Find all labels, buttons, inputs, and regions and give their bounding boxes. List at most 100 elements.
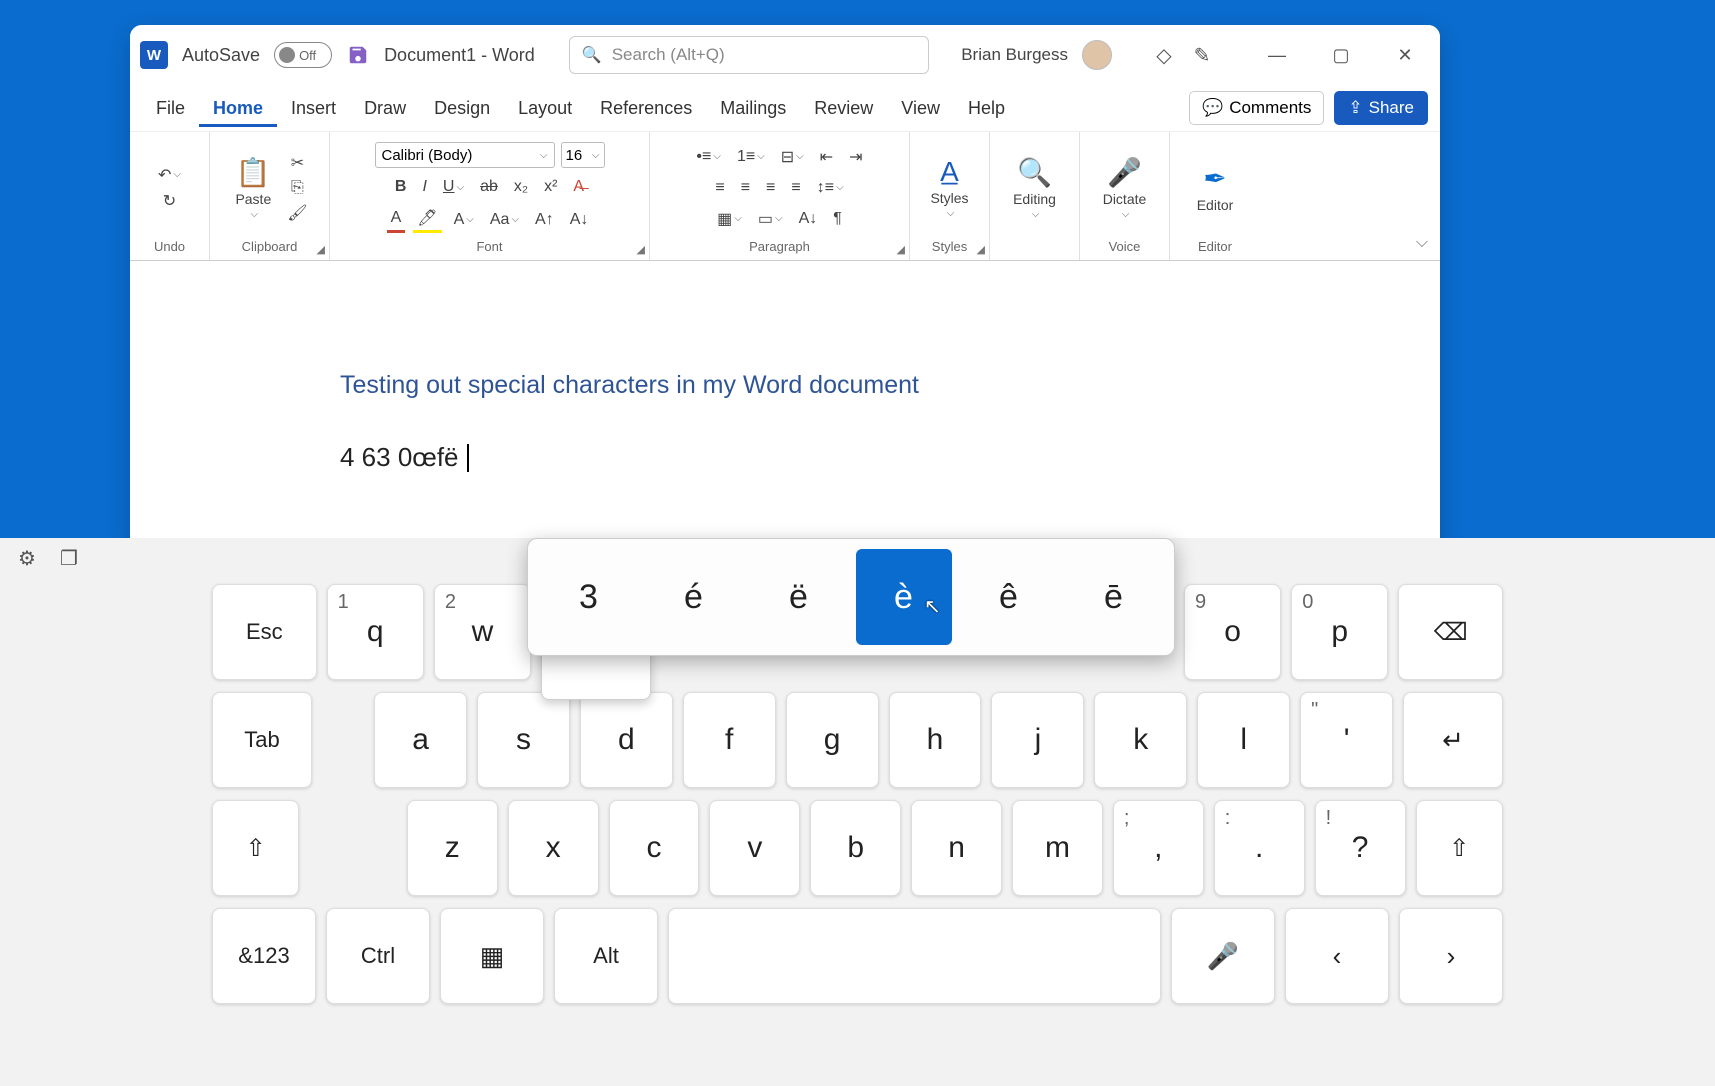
styles-button[interactable]: A̲ Styles ⌵ xyxy=(922,156,976,219)
accent-option-e-circumflex[interactable]: ê xyxy=(961,549,1057,645)
key-left-arrow[interactable]: ‹ xyxy=(1285,908,1389,1004)
key-tab[interactable]: Tab xyxy=(212,692,312,788)
menu-review[interactable]: Review xyxy=(800,90,887,127)
undo-button[interactable]: ↶⌵ xyxy=(154,163,185,187)
multilevel-button[interactable]: ⊟⌵ xyxy=(777,145,808,169)
key-mic[interactable]: 🎤 xyxy=(1171,908,1275,1004)
accent-option-3[interactable]: 3 xyxy=(541,549,637,645)
menu-mailings[interactable]: Mailings xyxy=(706,90,800,127)
sticker-icon[interactable]: ❐ xyxy=(60,546,78,571)
key-w[interactable]: 2w xyxy=(434,584,531,680)
key-g[interactable]: g xyxy=(786,692,879,788)
menu-references[interactable]: References xyxy=(586,90,706,127)
clipboard-dialog-launcher[interactable]: ◢ xyxy=(317,243,325,256)
clear-format-button[interactable]: A̶ xyxy=(569,176,588,198)
sort-button[interactable]: A↓ xyxy=(795,207,822,231)
key-d[interactable]: d xyxy=(580,692,673,788)
autosave-toggle[interactable]: Off xyxy=(274,42,332,68)
key-esc[interactable]: Esc xyxy=(212,584,317,680)
menu-draw[interactable]: Draw xyxy=(350,90,420,127)
key-v[interactable]: v xyxy=(709,800,800,896)
paragraph-dialog-launcher[interactable]: ◢ xyxy=(897,243,905,256)
menu-view[interactable]: View xyxy=(887,90,954,127)
strikethrough-button[interactable]: ab xyxy=(476,176,502,198)
subscript-button[interactable]: x₂ xyxy=(510,176,532,198)
key-j[interactable]: j xyxy=(991,692,1084,788)
comments-button[interactable]: 💬 Comments xyxy=(1189,91,1324,125)
align-right-button[interactable]: ≡ xyxy=(762,177,779,199)
key-ctrl[interactable]: Ctrl xyxy=(326,908,430,1004)
maximize-button[interactable]: ▢ xyxy=(1316,35,1366,75)
menu-help[interactable]: Help xyxy=(954,90,1019,127)
key-f[interactable]: f xyxy=(683,692,776,788)
key-backspace[interactable]: ⌫ xyxy=(1398,584,1503,680)
share-button[interactable]: ⇪ Share xyxy=(1334,91,1428,125)
redo-button[interactable]: ↻ xyxy=(159,189,180,213)
menu-home[interactable]: Home xyxy=(199,90,277,127)
key-b[interactable]: b xyxy=(810,800,901,896)
paste-button[interactable]: 📋 Paste ⌵ xyxy=(227,156,279,220)
font-name-selector[interactable]: Calibri (Body)⌵ xyxy=(375,142,555,168)
avatar[interactable] xyxy=(1082,40,1112,70)
menu-layout[interactable]: Layout xyxy=(504,90,586,127)
grow-font-button[interactable]: A↑ xyxy=(531,206,558,233)
styles-dialog-launcher[interactable]: ◢ xyxy=(977,243,985,256)
user-name[interactable]: Brian Burgess xyxy=(961,45,1068,65)
bullets-button[interactable]: •≡⌵ xyxy=(692,145,725,169)
justify-button[interactable]: ≡ xyxy=(787,177,804,199)
search-input[interactable]: 🔍 Search (Alt+Q) xyxy=(569,36,929,74)
key-l[interactable]: l xyxy=(1197,692,1290,788)
key-s[interactable]: s xyxy=(477,692,570,788)
italic-button[interactable]: I xyxy=(418,176,430,198)
key-right-arrow[interactable]: › xyxy=(1399,908,1503,1004)
shading-button[interactable]: ▦⌵ xyxy=(713,207,746,231)
key-shift-left[interactable]: ⇧ xyxy=(212,800,299,896)
document-canvas[interactable]: Testing out special characters in my Wor… xyxy=(130,261,1440,551)
key-q[interactable]: 1q xyxy=(327,584,424,680)
dictate-button[interactable]: 🎤 Dictate ⌵ xyxy=(1095,156,1155,220)
cut-button[interactable]: ✂ xyxy=(283,151,311,175)
key-m[interactable]: m xyxy=(1012,800,1103,896)
format-painter-button[interactable]: 🖌 xyxy=(283,201,311,225)
highlight-button[interactable]: 🖊 xyxy=(413,206,441,233)
key-alt[interactable]: Alt xyxy=(554,908,658,1004)
show-marks-button[interactable]: ¶ xyxy=(829,207,846,231)
key-a[interactable]: a xyxy=(374,692,467,788)
editing-button[interactable]: 🔍 Editing ⌵ xyxy=(1005,156,1064,220)
ribbon-collapse-button[interactable]: ⌵ xyxy=(1416,234,1428,252)
key-apostrophe[interactable]: "' xyxy=(1300,692,1393,788)
key-comma[interactable]: ;, xyxy=(1113,800,1204,896)
copy-button[interactable]: ⎘ xyxy=(283,177,311,199)
key-o[interactable]: 9o xyxy=(1184,584,1281,680)
accent-option-e-macron[interactable]: ē xyxy=(1066,549,1162,645)
diamond-icon[interactable]: ◇ xyxy=(1152,43,1176,67)
menu-design[interactable]: Design xyxy=(420,90,504,127)
shrink-font-button[interactable]: A↓ xyxy=(566,206,593,233)
font-size-selector[interactable]: 16⌵ xyxy=(561,142,605,168)
key-k[interactable]: k xyxy=(1094,692,1187,788)
numbering-button[interactable]: 1≡⌵ xyxy=(733,145,769,169)
menu-insert[interactable]: Insert xyxy=(277,90,350,127)
borders-button[interactable]: ▭⌵ xyxy=(754,207,787,231)
accent-option-e-acute[interactable]: é xyxy=(646,549,742,645)
increase-indent-button[interactable]: ⇥ xyxy=(845,145,866,169)
key-question[interactable]: !? xyxy=(1315,800,1406,896)
save-button[interactable] xyxy=(346,43,370,67)
change-case-button[interactable]: Aa⌵ xyxy=(486,206,523,233)
font-color-button[interactable]: A xyxy=(387,206,406,233)
key-shift-right[interactable]: ⇧ xyxy=(1416,800,1503,896)
underline-button[interactable]: U⌵ xyxy=(439,176,468,198)
key-period[interactable]: :. xyxy=(1214,800,1305,896)
gear-icon[interactable]: ⚙ xyxy=(18,546,36,571)
key-windows[interactable]: ▦ xyxy=(440,908,544,1004)
menu-file[interactable]: File xyxy=(142,90,199,127)
editor-button[interactable]: ✒ Editor xyxy=(1189,162,1242,213)
pen-icon[interactable]: ✎ xyxy=(1190,43,1214,67)
align-center-button[interactable]: ≡ xyxy=(737,177,754,199)
key-p[interactable]: 0p xyxy=(1291,584,1388,680)
accent-option-e-diaeresis[interactable]: ë xyxy=(751,549,847,645)
close-button[interactable]: ✕ xyxy=(1380,35,1430,75)
key-enter[interactable]: ↵ xyxy=(1403,692,1503,788)
minimize-button[interactable]: — xyxy=(1252,35,1302,75)
key-symbols[interactable]: &123 xyxy=(212,908,316,1004)
